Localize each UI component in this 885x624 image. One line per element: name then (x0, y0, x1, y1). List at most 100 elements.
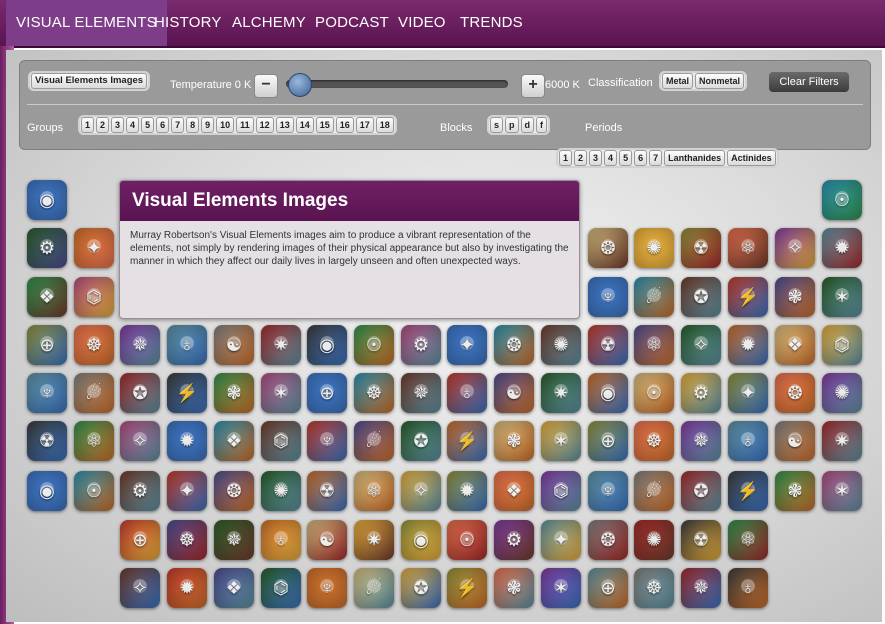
element-tile[interactable]: ❂ (588, 520, 628, 560)
visual-elements-images-button[interactable]: Visual Elements Images (31, 73, 148, 89)
element-tile[interactable]: ✪ (401, 421, 441, 461)
element-tile[interactable]: ♁ (728, 421, 768, 461)
element-tile[interactable]: ✶ (541, 421, 581, 461)
element-tile[interactable]: ⚙ (494, 520, 534, 560)
element-tile[interactable]: ✧ (681, 325, 721, 365)
element-tile[interactable]: ☄ (634, 277, 674, 317)
element-tile[interactable]: ✹ (728, 325, 768, 365)
element-tile[interactable]: ☄ (74, 373, 114, 413)
element-tile[interactable]: ⚛ (354, 471, 394, 511)
element-tile[interactable]: ☄ (354, 568, 394, 608)
temperature-increase-button[interactable]: + (521, 74, 545, 98)
element-tile[interactable]: ☉ (354, 325, 394, 365)
element-tile[interactable]: ☯ (775, 421, 815, 461)
element-tile[interactable]: ☉ (822, 180, 862, 220)
temperature-decrease-button[interactable]: − (254, 74, 278, 98)
element-tile[interactable]: ❃ (775, 277, 815, 317)
element-tile[interactable]: ❃ (214, 373, 254, 413)
element-tile[interactable]: ✶ (822, 471, 862, 511)
temperature-slider-knob[interactable] (288, 73, 312, 97)
element-tile[interactable]: ☢ (27, 421, 67, 461)
element-tile[interactable]: ♆ (307, 568, 347, 608)
element-tile[interactable]: ✧ (401, 471, 441, 511)
group-18-button[interactable]: 18 (375, 117, 394, 133)
element-tile[interactable]: ⊕ (588, 568, 628, 608)
element-tile[interactable]: ♁ (447, 373, 487, 413)
element-tile[interactable]: ❃ (494, 568, 534, 608)
element-tile[interactable]: ⌬ (74, 277, 114, 317)
element-tile[interactable]: ☢ (588, 325, 628, 365)
element-tile[interactable]: ☉ (447, 520, 487, 560)
block-d-button[interactable]: d (520, 117, 535, 133)
element-tile[interactable]: ⚙ (681, 373, 721, 413)
element-tile[interactable]: ✵ (681, 421, 721, 461)
metal-filter-button[interactable]: Metal (662, 73, 694, 89)
element-tile[interactable]: ❂ (775, 373, 815, 413)
group-9-button[interactable]: 9 (201, 117, 215, 133)
element-tile[interactable]: ✦ (728, 373, 768, 413)
element-tile[interactable]: ✷ (354, 520, 394, 560)
element-tile[interactable]: ♆ (27, 373, 67, 413)
element-tile[interactable]: ❂ (214, 471, 254, 511)
element-tile[interactable]: ✹ (167, 421, 207, 461)
element-tile[interactable]: ✦ (74, 228, 114, 268)
tab-trends[interactable]: TRENDS (460, 0, 523, 46)
element-tile[interactable]: ◉ (401, 520, 441, 560)
element-tile[interactable]: ✺ (261, 471, 301, 511)
element-tile[interactable]: ⚡ (728, 277, 768, 317)
tab-alchemy[interactable]: ALCHEMY (232, 0, 306, 46)
element-tile[interactable]: ✪ (681, 471, 721, 511)
element-tile[interactable]: ✵ (401, 373, 441, 413)
element-tile[interactable]: ⌬ (822, 325, 862, 365)
element-tile[interactable]: ⊕ (307, 373, 347, 413)
element-tile[interactable]: ❖ (214, 568, 254, 608)
element-tile[interactable]: ✺ (822, 373, 862, 413)
period-7-button[interactable]: 7 (649, 150, 663, 166)
element-tile[interactable]: ☸ (634, 421, 674, 461)
element-tile[interactable]: ☢ (681, 228, 721, 268)
element-tile[interactable]: ☯ (494, 373, 534, 413)
element-tile[interactable]: ❃ (494, 421, 534, 461)
group-13-button[interactable]: 13 (275, 117, 294, 133)
element-tile[interactable]: ❃ (775, 471, 815, 511)
group-15-button[interactable]: 15 (315, 117, 334, 133)
group-6-button[interactable]: 6 (156, 117, 170, 133)
element-tile[interactable]: ✷ (261, 325, 301, 365)
element-tile[interactable]: ✧ (120, 421, 160, 461)
period-lanthanides-button[interactable]: Lanthanides (664, 150, 726, 166)
group-8-button[interactable]: 8 (186, 117, 200, 133)
element-tile[interactable]: ✶ (822, 277, 862, 317)
tab-podcast[interactable]: PODCAST (315, 0, 389, 46)
element-tile[interactable]: ❖ (214, 421, 254, 461)
element-tile[interactable]: ✹ (822, 228, 862, 268)
group-3-button[interactable]: 3 (111, 117, 125, 133)
element-tile[interactable]: ⌬ (541, 471, 581, 511)
element-tile[interactable]: ✵ (120, 325, 160, 365)
nonmetal-filter-button[interactable]: Nonmetal (695, 73, 745, 89)
element-tile[interactable]: ✺ (634, 520, 674, 560)
element-tile[interactable]: ⚡ (447, 421, 487, 461)
element-tile[interactable]: ⚛ (728, 520, 768, 560)
element-tile[interactable]: ✦ (167, 471, 207, 511)
period-4-button[interactable]: 4 (604, 150, 618, 166)
element-tile[interactable]: ◉ (307, 325, 347, 365)
element-tile[interactable]: ✷ (541, 373, 581, 413)
element-tile[interactable]: ◉ (27, 180, 67, 220)
element-tile[interactable]: ☢ (307, 471, 347, 511)
element-tile[interactable]: ☉ (634, 373, 674, 413)
element-tile[interactable]: ✦ (541, 520, 581, 560)
element-tile[interactable]: ♁ (261, 520, 301, 560)
element-tile[interactable]: ✧ (120, 568, 160, 608)
element-tile[interactable]: ⊕ (27, 325, 67, 365)
period-actinides-button[interactable]: Actinides (727, 150, 776, 166)
element-tile[interactable]: ❂ (494, 325, 534, 365)
element-tile[interactable]: ✶ (541, 568, 581, 608)
block-s-button[interactable]: s (490, 117, 504, 133)
element-tile[interactable]: ❂ (588, 228, 628, 268)
element-tile[interactable]: ✺ (634, 228, 674, 268)
element-tile[interactable]: ◉ (27, 471, 67, 511)
element-tile[interactable]: ⚡ (447, 568, 487, 608)
group-16-button[interactable]: 16 (335, 117, 354, 133)
element-tile[interactable]: ⊕ (120, 520, 160, 560)
element-tile[interactable]: ⚛ (634, 325, 674, 365)
